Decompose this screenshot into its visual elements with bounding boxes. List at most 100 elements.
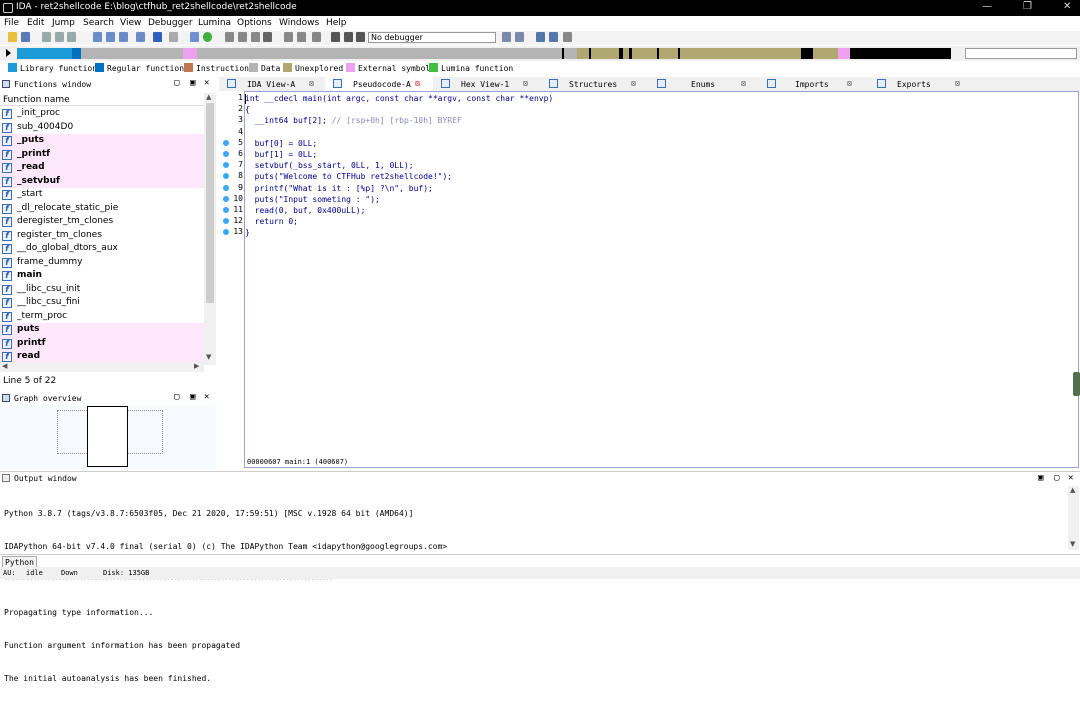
- graph-view-icon[interactable]: [563, 32, 572, 42]
- function-list-item[interactable]: f _term_proc: [0, 310, 204, 324]
- stop-icon[interactable]: [356, 32, 365, 42]
- scroll-left-icon[interactable]: ◀: [2, 362, 7, 370]
- pane-close-icon[interactable]: ✕: [204, 392, 209, 402]
- code-line[interactable]: puts("Input someting : ");: [245, 194, 380, 205]
- function-list-item[interactable]: f __do_global_dtors_aux: [0, 242, 204, 256]
- function-list-item[interactable]: f sub_4004D0: [0, 121, 204, 135]
- cancel-icon[interactable]: [312, 32, 321, 42]
- attach-icon[interactable]: [515, 32, 524, 42]
- pause-icon[interactable]: [344, 32, 353, 42]
- minimize-button[interactable]: —: [982, 1, 992, 12]
- pane-float-icon[interactable]: ▣: [190, 392, 195, 402]
- pane-close-icon[interactable]: ✕: [1068, 473, 1073, 483]
- menu-search[interactable]: Search: [83, 18, 114, 28]
- breakpoint-dot-icon[interactable]: [223, 184, 229, 191]
- dropdown-arrow-icon[interactable]: [55, 32, 64, 42]
- menu-windows[interactable]: Windows: [279, 18, 319, 28]
- pane-float-icon[interactable]: ▣: [1038, 473, 1043, 483]
- close-button[interactable]: ✕: [1063, 1, 1071, 12]
- tab-structures[interactable]: Structures ⊠: [541, 77, 649, 91]
- function-list-item[interactable]: f register_tm_clones: [0, 229, 204, 243]
- functions-hscrollbar[interactable]: ◀ ▶: [0, 362, 204, 372]
- code-line[interactable]: setvbuf(_bss_start, 0LL, 1, 0LL);: [245, 160, 414, 171]
- debug-options-icon[interactable]: [502, 32, 511, 42]
- scroll-right-icon[interactable]: ▶: [194, 362, 199, 370]
- back-icon[interactable]: [42, 32, 51, 42]
- function-list-item[interactable]: f _start: [0, 188, 204, 202]
- function-list-item[interactable]: f _setvbuf: [0, 174, 204, 188]
- function-list-item[interactable]: f deregister_tm_clones: [0, 215, 204, 229]
- run-icon[interactable]: [331, 32, 340, 42]
- graph-overview-canvas[interactable]: [0, 405, 216, 469]
- cursor-icon[interactable]: [263, 32, 272, 42]
- tab-imports[interactable]: Imports ⊠: [759, 77, 869, 91]
- graph-icon[interactable]: [297, 32, 306, 42]
- breakpoint-dot-icon[interactable]: [223, 151, 229, 157]
- lumina-icon[interactable]: [549, 32, 558, 42]
- menu-edit[interactable]: Edit: [27, 18, 44, 28]
- breakpoint-dot-icon[interactable]: [223, 139, 229, 146]
- menu-file[interactable]: File: [4, 18, 19, 28]
- tab-close-icon[interactable]: ⊠: [955, 79, 960, 88]
- forward-icon[interactable]: [67, 32, 76, 42]
- pane-restore-icon[interactable]: ▢: [174, 392, 179, 402]
- function-list-item[interactable]: f __libc_csu_fini: [0, 296, 204, 310]
- bookmark-icon[interactable]: [93, 32, 102, 42]
- function-list-item[interactable]: f _init_proc: [0, 107, 204, 121]
- pane-restore-icon[interactable]: ▢: [174, 78, 179, 88]
- tab-close-icon[interactable]: ⊠: [741, 79, 746, 88]
- output-scrollbar[interactable]: ▲ ▼: [1068, 486, 1079, 550]
- function-list-item[interactable]: f _printf: [0, 147, 204, 161]
- maximize-button[interactable]: ❐: [1023, 1, 1032, 12]
- function-list-item[interactable]: f _puts: [0, 134, 204, 148]
- enum-icon[interactable]: [251, 32, 260, 42]
- output-text[interactable]: Python 3.8.7 (tags/v3.8.7:6503f05, Dec 2…: [4, 486, 1064, 706]
- code-line[interactable]: buf[0] = 0LL;: [245, 138, 318, 149]
- function-name-column-header[interactable]: Function name: [0, 93, 204, 106]
- search-binary-icon[interactable]: [136, 32, 145, 42]
- function-list-item[interactable]: f _dl_relocate_static_pie: [0, 202, 204, 216]
- function-list-item[interactable]: f main: [0, 269, 204, 283]
- code-line[interactable]: }: [245, 227, 250, 238]
- pane-restore-icon[interactable]: ▢: [1054, 473, 1059, 483]
- tab-close-icon[interactable]: ⊠: [631, 79, 636, 88]
- tab-pseudocode[interactable]: Pseudocode-A ⊠: [325, 77, 433, 91]
- play-icon[interactable]: [190, 32, 199, 42]
- scroll-down-icon[interactable]: ▼: [206, 353, 211, 361]
- jump-down-icon[interactable]: [153, 32, 162, 42]
- menu-lumina[interactable]: Lumina: [198, 18, 231, 28]
- code-line[interactable]: puts("Welcome to CTFHub ret2shellcode!")…: [245, 171, 452, 182]
- code-line[interactable]: int __cdecl main(int argc, const char **…: [245, 93, 553, 104]
- tab-exports[interactable]: Exports ⊠: [869, 77, 969, 91]
- code-line[interactable]: buf[1] = 0LL;: [245, 149, 318, 160]
- function-list-item[interactable]: f puts: [0, 323, 204, 337]
- xref-icon[interactable]: [169, 32, 178, 42]
- tab-hex-view[interactable]: Hex View-1 ⊠: [433, 77, 541, 91]
- pane-float-icon[interactable]: ▣: [190, 78, 195, 88]
- scroll-up-icon[interactable]: ▲: [1070, 486, 1075, 494]
- code-line[interactable]: read(0, buf, 0x400uLL);: [245, 205, 366, 216]
- command-input[interactable]: [38, 556, 1078, 567]
- menu-debugger[interactable]: Debugger: [148, 18, 193, 28]
- function-list-item[interactable]: f _read: [0, 161, 204, 175]
- pseudocode-editor[interactable]: 00000607 main:1 (400607) int __cdecl mai…: [244, 91, 1079, 468]
- save-icon[interactable]: [21, 32, 30, 42]
- code-line[interactable]: {: [245, 104, 250, 115]
- tab-close-icon[interactable]: ⊠: [523, 79, 528, 88]
- function-list-item[interactable]: f read: [0, 350, 204, 362]
- functions-scrollbar[interactable]: ▲ ▼: [204, 93, 216, 365]
- function-list-item[interactable]: f printf: [0, 336, 204, 350]
- green-circle-icon[interactable]: [203, 32, 212, 42]
- paste-icon[interactable]: [119, 32, 128, 42]
- menu-help[interactable]: Help: [326, 18, 347, 28]
- code-line[interactable]: return 0;: [245, 216, 298, 227]
- scroll-thumb[interactable]: [206, 103, 214, 303]
- scroll-down-icon[interactable]: ▼: [1070, 540, 1075, 548]
- menu-jump[interactable]: Jump: [52, 18, 75, 28]
- tab-ida-view[interactable]: IDA View-A ⊠: [219, 77, 325, 91]
- copy-icon[interactable]: [106, 32, 115, 42]
- code-line[interactable]: printf("What is it : [%p] ?\n", buf);: [245, 183, 433, 194]
- menu-options[interactable]: Options: [237, 18, 272, 28]
- tab-enums[interactable]: Enums ⊠: [649, 77, 759, 91]
- tab-close-icon[interactable]: ⊠: [847, 79, 852, 88]
